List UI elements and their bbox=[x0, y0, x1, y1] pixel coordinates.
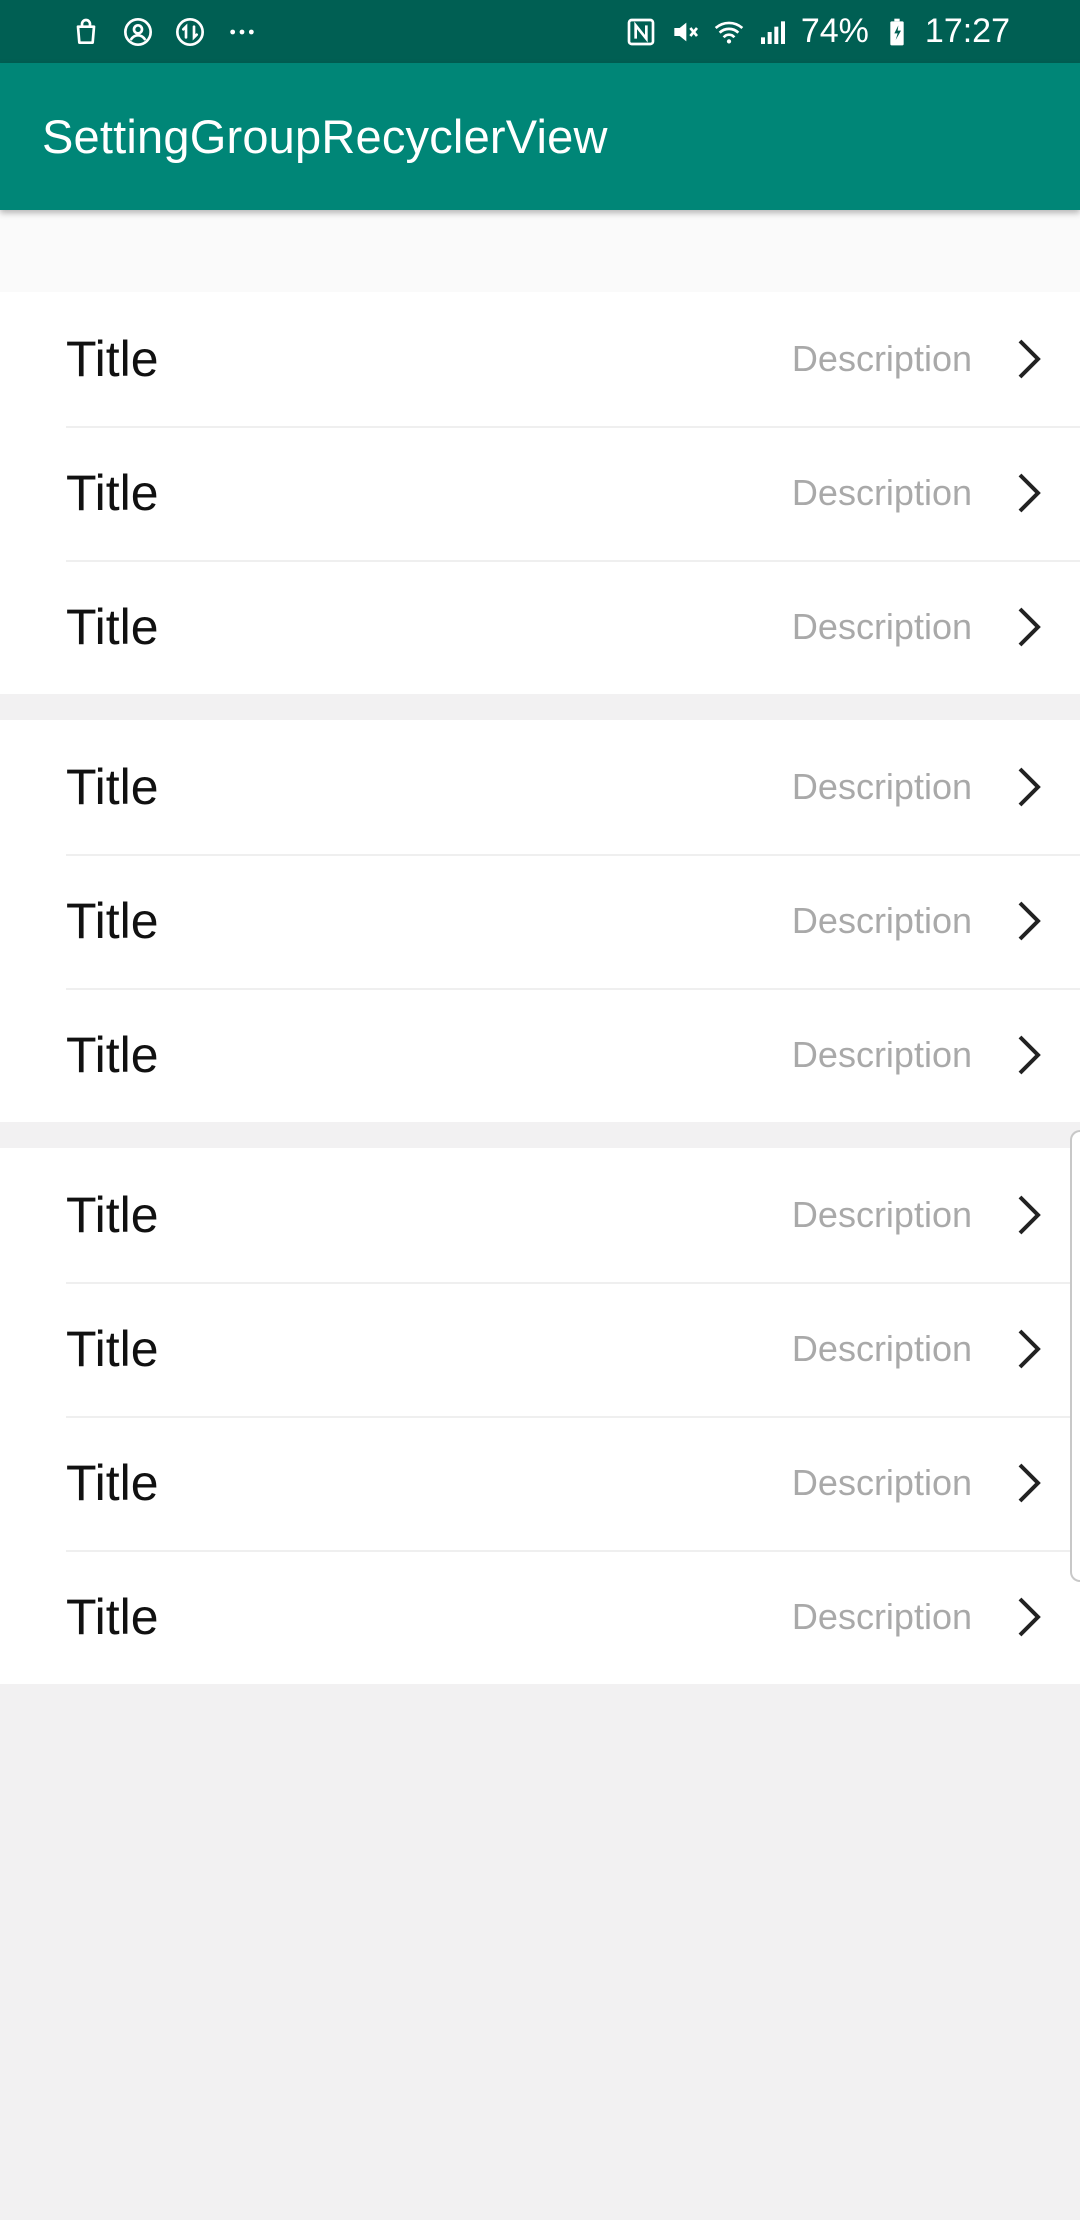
chevron-right-icon bbox=[1016, 765, 1044, 809]
wifi-icon bbox=[713, 16, 745, 48]
setting-description: Description bbox=[791, 1034, 972, 1075]
settings-group-1: Title Description Title Description Titl… bbox=[0, 292, 1080, 694]
top-spacer bbox=[0, 210, 1080, 292]
setting-title: Title bbox=[66, 1187, 159, 1243]
chevron-right-icon bbox=[1016, 1327, 1044, 1371]
group-divider bbox=[0, 1122, 1080, 1148]
app-title: SettingGroupRecyclerView bbox=[42, 110, 608, 163]
app-bar: SettingGroupRecyclerView bbox=[0, 63, 1080, 210]
setting-item[interactable]: Title Description bbox=[0, 988, 1080, 1122]
setting-title: Title bbox=[66, 599, 159, 655]
chevron-right-icon bbox=[1016, 471, 1044, 515]
status-right-icons: 74% 17:27 bbox=[625, 12, 1010, 51]
signal-icon bbox=[757, 16, 789, 48]
setting-title: Title bbox=[66, 1321, 159, 1377]
data-sync-icon bbox=[174, 16, 206, 48]
setting-title: Title bbox=[66, 1455, 159, 1511]
setting-title: Title bbox=[66, 893, 159, 949]
settings-list[interactable]: Title Description Title Description Titl… bbox=[0, 210, 1080, 2220]
setting-description: Description bbox=[791, 472, 972, 513]
setting-item[interactable]: Title Description bbox=[0, 1416, 1080, 1550]
more-dots-icon bbox=[226, 16, 258, 48]
setting-item[interactable]: Title Description bbox=[0, 1148, 1080, 1282]
chevron-right-icon bbox=[1016, 337, 1044, 381]
settings-group-3: Title Description Title Description Titl… bbox=[0, 1148, 1080, 1684]
setting-item[interactable]: Title Description bbox=[0, 292, 1080, 426]
setting-title: Title bbox=[66, 1589, 159, 1645]
settings-group-2: Title Description Title Description Titl… bbox=[0, 720, 1080, 1122]
setting-item[interactable]: Title Description bbox=[0, 854, 1080, 988]
setting-item[interactable]: Title Description bbox=[0, 560, 1080, 694]
status-bar: 74% 17:27 bbox=[0, 0, 1080, 63]
setting-description: Description bbox=[791, 900, 972, 941]
setting-description: Description bbox=[791, 338, 972, 379]
chevron-right-icon bbox=[1016, 1033, 1044, 1077]
nfc-icon bbox=[625, 16, 657, 48]
setting-description: Description bbox=[791, 766, 972, 807]
account-circle-icon bbox=[122, 16, 154, 48]
setting-description: Description bbox=[791, 1462, 972, 1503]
setting-description: Description bbox=[791, 606, 972, 647]
mute-icon bbox=[669, 16, 701, 48]
battery-percent: 74% bbox=[800, 12, 869, 50]
clock: 17:27 bbox=[924, 12, 1010, 50]
chevron-right-icon bbox=[1016, 1193, 1044, 1237]
battery-charging-icon bbox=[881, 16, 913, 48]
status-left-icons bbox=[70, 16, 258, 48]
setting-description: Description bbox=[791, 1194, 972, 1235]
setting-description: Description bbox=[791, 1596, 972, 1637]
group-divider bbox=[0, 694, 1080, 720]
chevron-right-icon bbox=[1016, 605, 1044, 649]
setting-title: Title bbox=[66, 465, 159, 521]
setting-item[interactable]: Title Description bbox=[0, 1550, 1080, 1684]
setting-description: Description bbox=[791, 1328, 972, 1369]
setting-title: Title bbox=[66, 759, 159, 815]
setting-item[interactable]: Title Description bbox=[0, 426, 1080, 560]
chevron-right-icon bbox=[1016, 1461, 1044, 1505]
setting-title: Title bbox=[66, 1027, 159, 1083]
chevron-right-icon bbox=[1016, 1595, 1044, 1639]
setting-title: Title bbox=[66, 331, 159, 387]
shopping-bag-icon bbox=[70, 16, 102, 48]
setting-item[interactable]: Title Description bbox=[0, 720, 1080, 854]
scroll-indicator[interactable] bbox=[1070, 1130, 1080, 1582]
chevron-right-icon bbox=[1016, 899, 1044, 943]
setting-item[interactable]: Title Description bbox=[0, 1282, 1080, 1416]
